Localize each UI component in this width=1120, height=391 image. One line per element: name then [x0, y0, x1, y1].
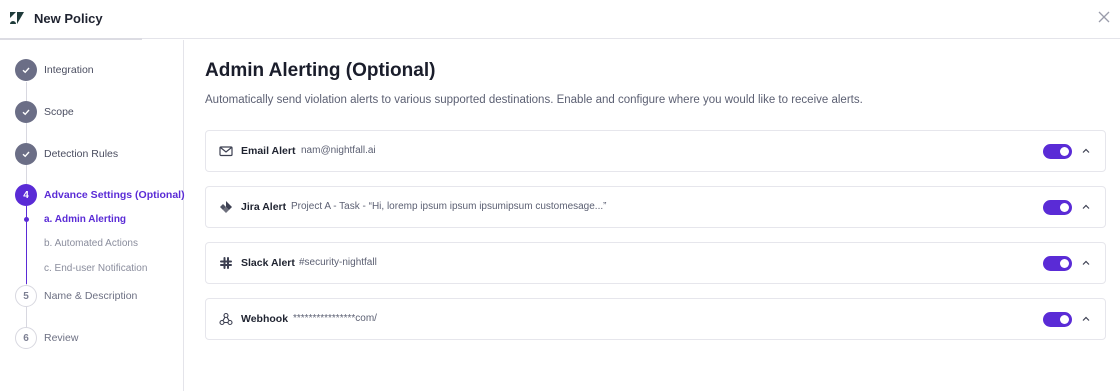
step-label: Review: [44, 332, 79, 344]
substep-active-dot: [24, 217, 29, 222]
alert-card-jira[interactable]: Jira Alert Project A - Task - “Hi, lorem…: [205, 186, 1106, 228]
alert-card-webhook[interactable]: Webhook ****************com/: [205, 298, 1106, 340]
step-advance-settings[interactable]: 4 Advance Settings (Optional): [15, 184, 185, 206]
webhook-icon: [219, 312, 233, 326]
alert-name: Jira Alert: [241, 201, 287, 213]
page-title: New Policy: [34, 11, 103, 26]
alert-name: Email Alert: [241, 145, 296, 157]
toggle-knob: [1060, 203, 1069, 212]
step-label: Integration: [44, 64, 94, 76]
toggle-knob: [1060, 259, 1069, 268]
substep-admin-alerting[interactable]: a. Admin Alerting: [44, 214, 126, 225]
webhook-toggle[interactable]: [1043, 312, 1072, 327]
main-content: Admin Alerting (Optional) Automatically …: [205, 60, 1105, 106]
alert-detail: #security-nightfall: [299, 257, 377, 268]
toggle-knob: [1060, 315, 1069, 324]
check-icon: [15, 59, 37, 81]
toggle-knob: [1060, 147, 1069, 156]
alert-name: Webhook: [241, 313, 289, 325]
step-scope[interactable]: Scope: [15, 101, 74, 123]
step-number: 6: [15, 327, 37, 349]
section-title: Admin Alerting (Optional): [205, 60, 436, 81]
step-detection-rules[interactable]: Detection Rules: [15, 143, 118, 165]
slack-icon: [220, 257, 232, 269]
step-number: 5: [15, 285, 37, 307]
stepper-sidebar: Integration Scope Detection Rules 4 Adva…: [0, 40, 185, 391]
step-review[interactable]: 6 Review: [15, 327, 78, 349]
substep-automated-actions[interactable]: b. Automated Actions: [44, 238, 138, 249]
alert-detail: Project A - Task - “Hi, loremp ipsum ips…: [291, 201, 607, 212]
chevron-up-icon[interactable]: [1080, 257, 1092, 269]
slack-alert-toggle[interactable]: [1043, 256, 1072, 271]
check-icon: [15, 101, 37, 123]
chevron-up-icon[interactable]: [1080, 201, 1092, 213]
step-name-description[interactable]: 5 Name & Description: [15, 285, 137, 307]
check-icon: [15, 143, 37, 165]
step-label: Advance Settings (Optional): [44, 189, 185, 201]
step-integration[interactable]: Integration: [15, 59, 94, 81]
step-label: Name & Description: [44, 290, 138, 302]
chevron-up-icon[interactable]: [1080, 145, 1092, 157]
section-description: Automatically send violation alerts to v…: [205, 94, 863, 106]
close-icon[interactable]: [1097, 10, 1111, 24]
step-number: 4: [15, 184, 37, 206]
zendesk-logo: [10, 12, 24, 24]
jira-icon: [220, 201, 232, 213]
mail-icon: [219, 146, 233, 157]
chevron-up-icon[interactable]: [1080, 313, 1092, 325]
email-alert-toggle[interactable]: [1043, 144, 1072, 159]
alert-card-email[interactable]: Email Alert nam@nightfall.ai: [205, 130, 1106, 172]
step-label: Detection Rules: [44, 148, 119, 160]
alert-name: Slack Alert: [241, 257, 295, 269]
alert-card-slack[interactable]: Slack Alert #security-nightfall: [205, 242, 1106, 284]
step-label: Scope: [44, 106, 74, 118]
substep-end-user-notification[interactable]: c. End-user Notification: [44, 263, 147, 274]
alert-detail: ****************com/: [293, 313, 377, 324]
alert-detail: nam@nightfall.ai: [301, 145, 376, 156]
jira-alert-toggle[interactable]: [1043, 200, 1072, 215]
modal-header: New Policy: [0, 0, 1120, 39]
